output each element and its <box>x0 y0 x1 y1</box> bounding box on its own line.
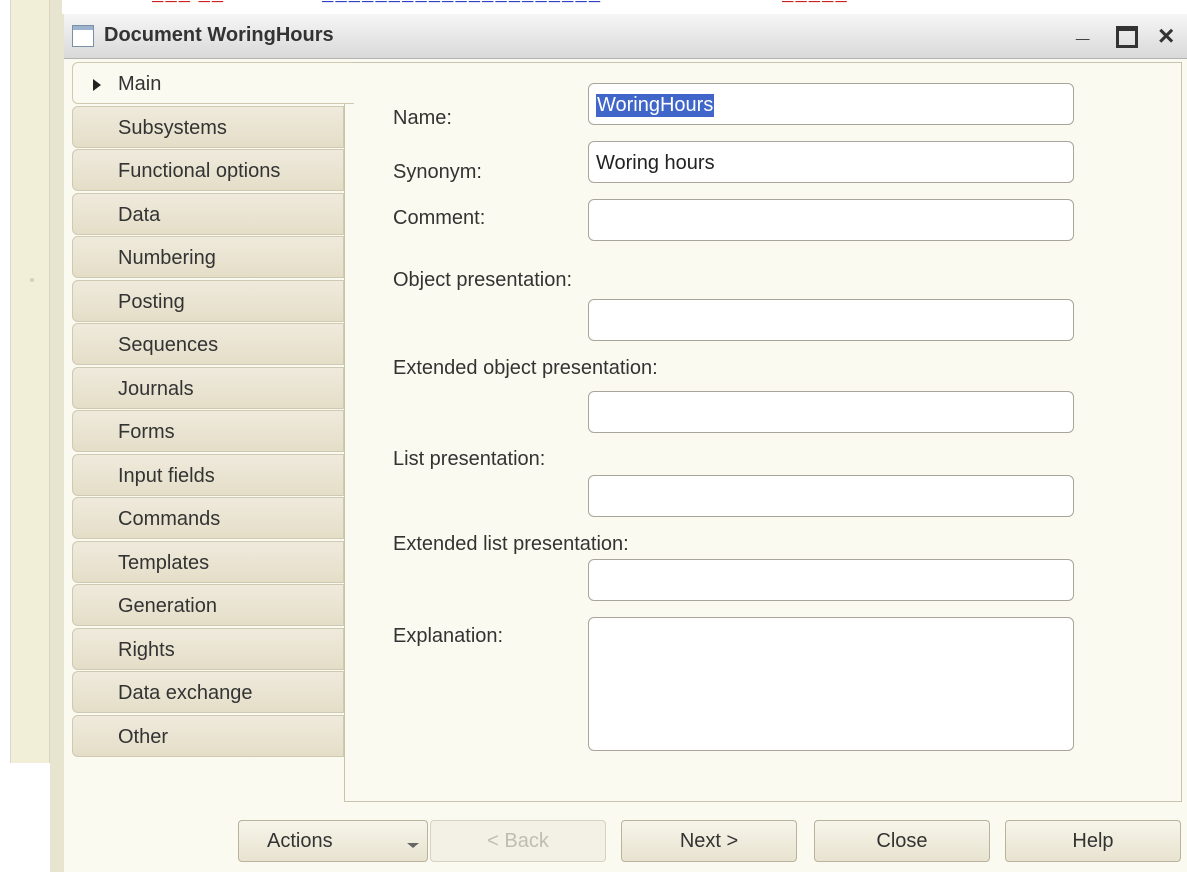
tab-forms[interactable]: Forms <box>72 410 344 452</box>
name-value: WoringHours <box>596 94 715 117</box>
comment-label: Comment: <box>393 207 486 229</box>
triangle-right-icon <box>93 79 101 91</box>
tab-label: Journals <box>118 378 194 400</box>
actions-label: Actions <box>267 830 333 852</box>
background-gutter <box>11 0 50 872</box>
help-button[interactable]: Help <box>1005 820 1181 862</box>
explanation-label: Explanation: <box>393 625 504 647</box>
tab-label: Data exchange <box>118 682 253 704</box>
main-properties-panel: Name: WoringHours Synonym: Woring hours … <box>344 62 1182 802</box>
parent-window-frame <box>50 0 65 872</box>
tab-label: Input fields <box>118 465 215 487</box>
tab-label: Templates <box>118 552 210 574</box>
close-window-button[interactable]: × <box>1158 20 1174 52</box>
name-field[interactable]: WoringHours <box>588 83 1074 125</box>
tab-journals[interactable]: Journals <box>72 367 344 409</box>
window-title: Document WoringHours <box>104 24 334 46</box>
extended-object-presentation-field[interactable] <box>588 391 1074 433</box>
tab-posting[interactable]: Posting <box>72 280 344 322</box>
extended-list-presentation-label: Extended list presentation: <box>393 533 629 555</box>
background-code-line: ═══ ══ ═════════════════════ ═════ <box>62 0 1187 14</box>
tab-sequences[interactable]: Sequences <box>72 323 344 365</box>
code-fragment: ═════════════════════ <box>322 0 603 9</box>
tab-label: Numbering <box>118 247 216 269</box>
tab-label: Forms <box>118 421 175 443</box>
tab-input-fields[interactable]: Input fields <box>72 454 344 496</box>
dropdown-arrow-icon <box>407 843 419 848</box>
code-fragment: ═══ ══ <box>152 0 226 9</box>
tab-templates[interactable]: Templates <box>72 541 344 583</box>
extended-list-presentation-field[interactable] <box>588 559 1074 601</box>
tab-commands[interactable]: Commands <box>72 497 344 539</box>
close-button[interactable]: Close <box>814 820 990 862</box>
tab-label: Other <box>118 726 169 748</box>
synonym-value: Woring hours <box>596 152 715 174</box>
title-bar: Document WoringHours _ × <box>64 14 1187 59</box>
comment-field[interactable] <box>588 199 1074 241</box>
tab-generation[interactable]: Generation <box>72 584 344 626</box>
tab-rights[interactable]: Rights <box>72 628 344 670</box>
document-properties-window: Document WoringHours _ × Main Subsystems… <box>64 14 1187 872</box>
window-icon <box>72 25 94 47</box>
tab-data[interactable]: Data <box>72 193 344 235</box>
code-fragment: ═════ <box>782 0 849 9</box>
actions-button[interactable]: Actions <box>238 820 428 862</box>
extended-object-presentation-label: Extended object presentation: <box>393 357 658 379</box>
tab-label: Posting <box>118 291 185 313</box>
object-presentation-field[interactable] <box>588 299 1074 341</box>
minimize-button[interactable]: _ <box>1076 16 1089 44</box>
next-button[interactable]: Next > <box>621 820 797 862</box>
name-label: Name: <box>393 107 452 129</box>
tab-label: Rights <box>118 639 175 661</box>
tab-label: Subsystems <box>118 117 227 139</box>
background-bottom <box>0 763 50 872</box>
tab-label: Functional options <box>118 160 281 182</box>
synonym-field[interactable]: Woring hours <box>588 141 1074 183</box>
tab-label: Data <box>118 204 161 226</box>
tab-label: Sequences <box>118 334 219 356</box>
tab-main[interactable]: Main <box>72 62 354 104</box>
tab-label: Main <box>118 73 162 95</box>
tab-data-exchange[interactable]: Data exchange <box>72 671 344 713</box>
tab-numbering[interactable]: Numbering <box>72 236 344 278</box>
tab-label: Generation <box>118 595 217 617</box>
synonym-label: Synonym: <box>393 161 482 183</box>
explanation-field[interactable] <box>588 617 1074 751</box>
list-presentation-field[interactable] <box>588 475 1074 517</box>
list-presentation-label: List presentation: <box>393 448 546 470</box>
back-button[interactable]: < Back <box>430 820 606 862</box>
background-window <box>0 0 11 872</box>
maximize-button[interactable] <box>1116 26 1138 48</box>
tab-subsystems[interactable]: Subsystems <box>72 106 344 148</box>
tab-other[interactable]: Other <box>72 715 344 757</box>
tab-functional-options[interactable]: Functional options <box>72 149 344 191</box>
gutter-mark <box>30 278 34 282</box>
tab-label: Commands <box>118 508 221 530</box>
object-presentation-label: Object presentation: <box>393 269 572 291</box>
